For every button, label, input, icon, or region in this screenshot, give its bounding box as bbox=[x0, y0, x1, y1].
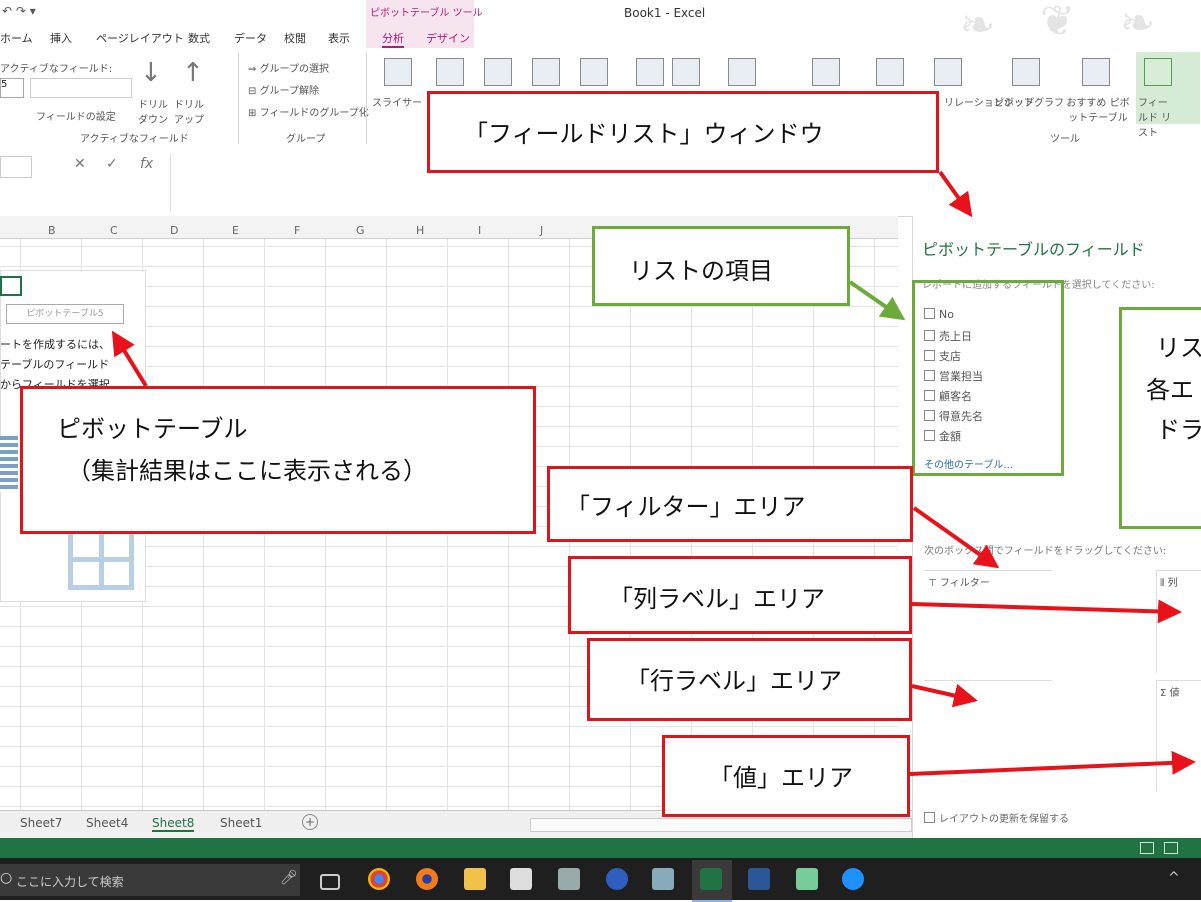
arrow-to-pane bbox=[938, 170, 973, 218]
arrow-to-pivot bbox=[111, 330, 148, 388]
arrow-to-values bbox=[909, 750, 1196, 776]
arrow-to-columns bbox=[911, 599, 1182, 624]
callout-arrows bbox=[111, 170, 1196, 776]
arrow-to-rows bbox=[911, 683, 978, 708]
arrow-to-filter bbox=[912, 506, 1000, 569]
arrow-to-field-list bbox=[848, 280, 906, 321]
